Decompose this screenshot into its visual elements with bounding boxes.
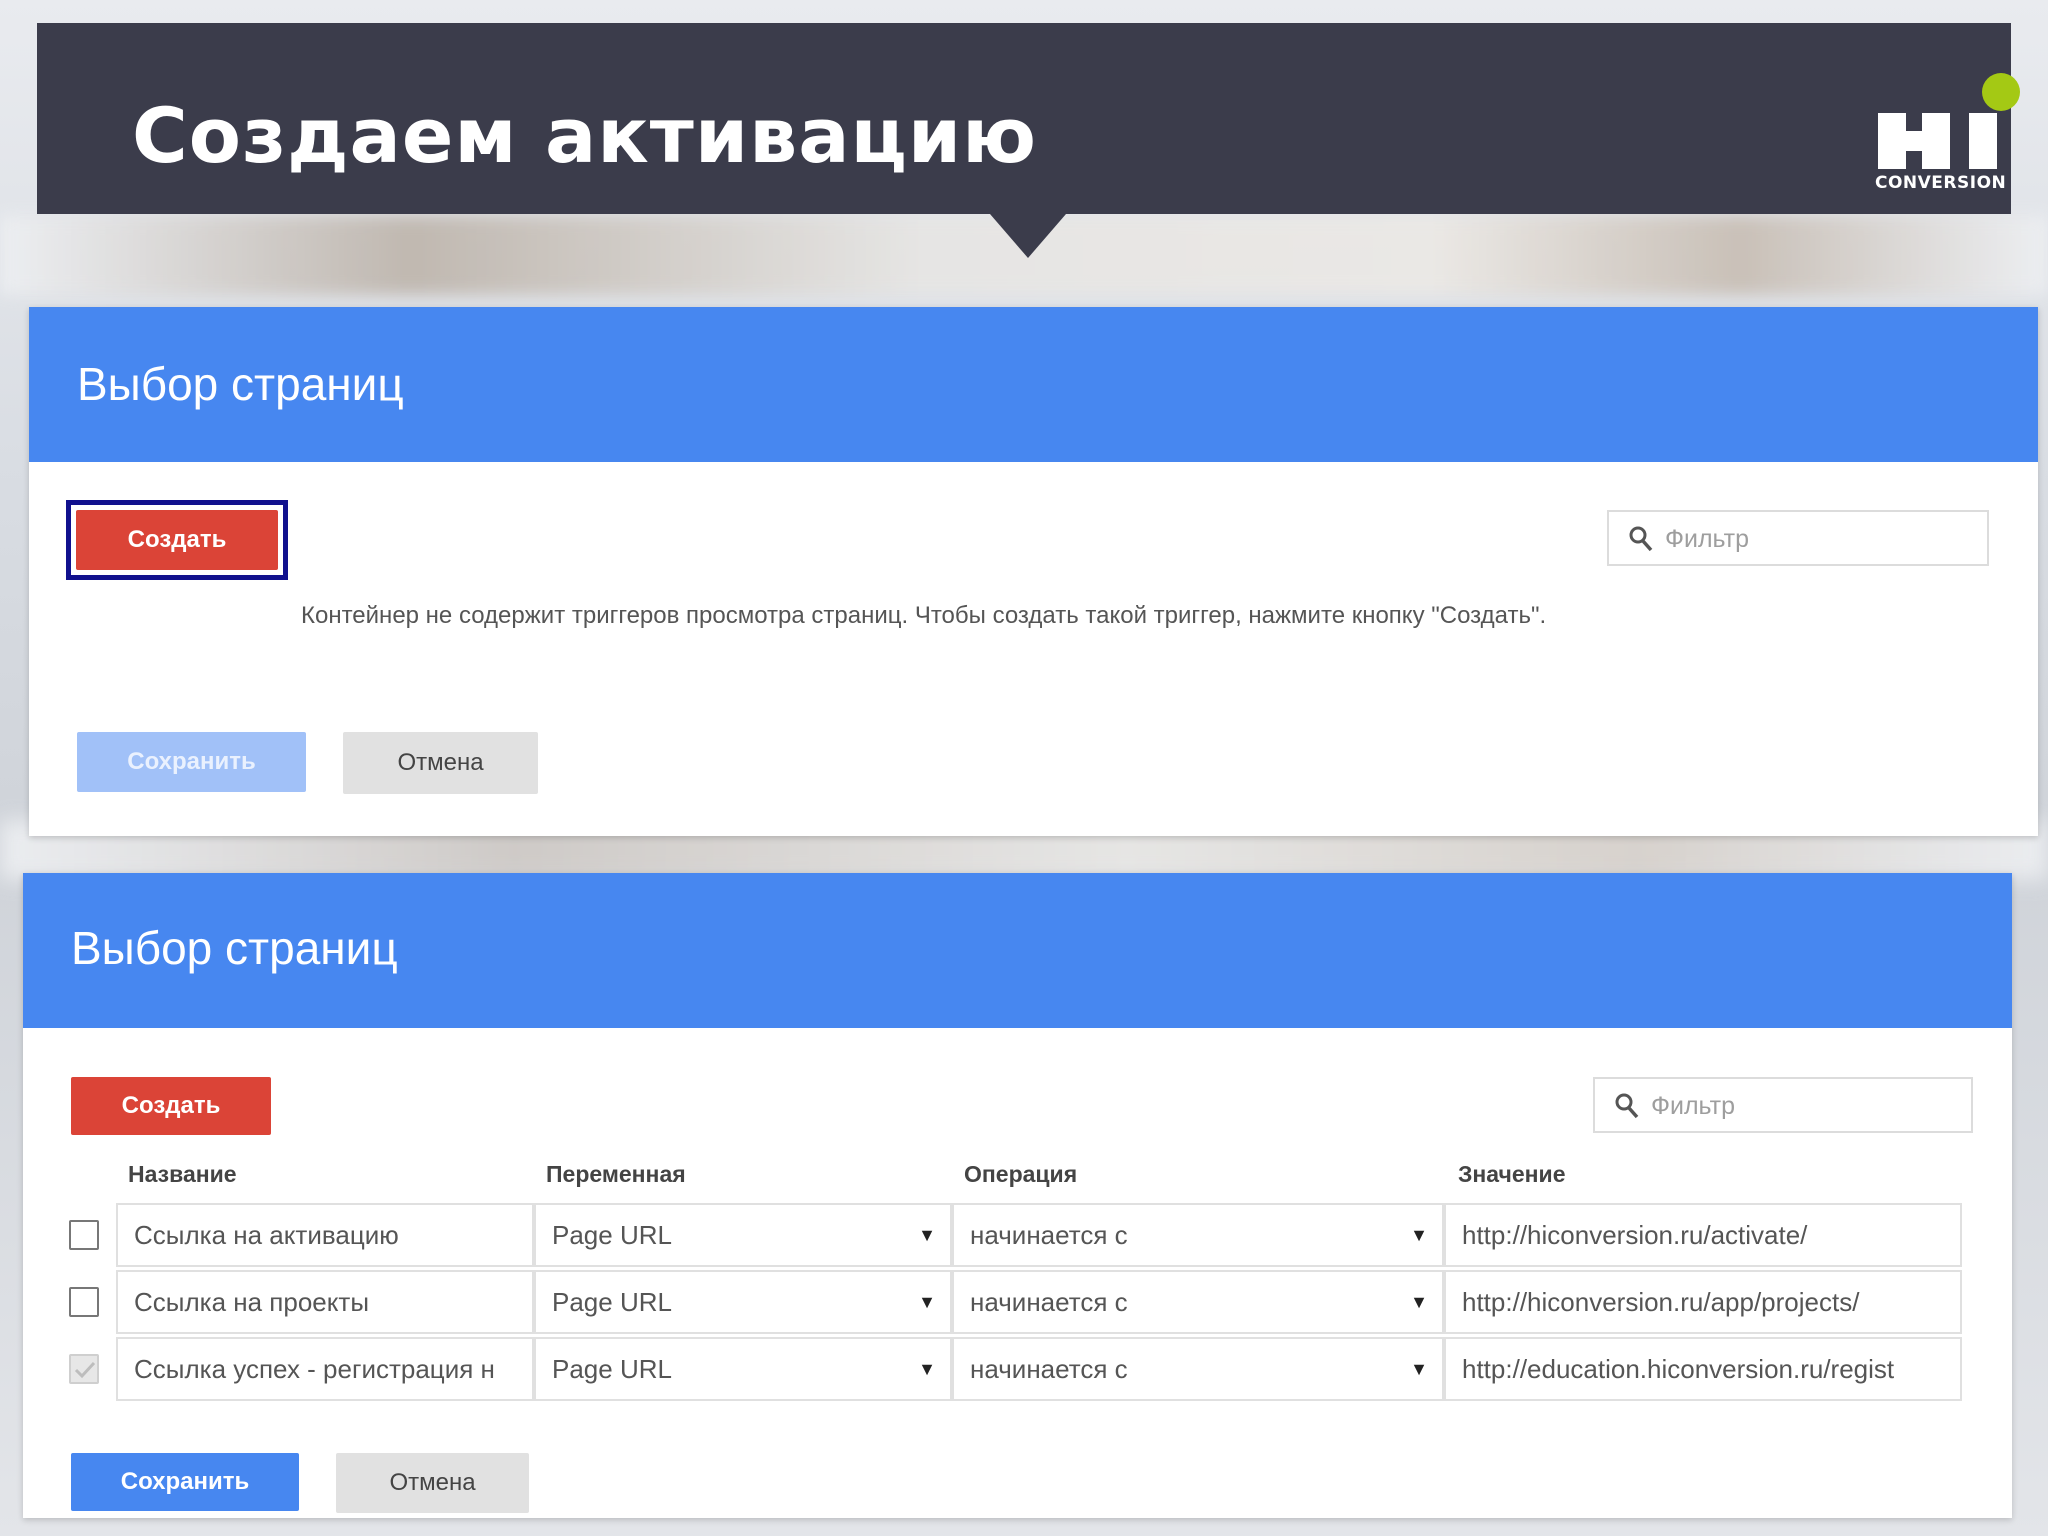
banner-pointer (990, 214, 1066, 258)
row-value-field[interactable]: http://hiconversion.ru/activate/ (1444, 1203, 1962, 1267)
variable-select[interactable]: Page URL ▼ (534, 1203, 952, 1267)
row-name-field[interactable]: Ссылка успех - регистрация н (116, 1337, 534, 1401)
create-button[interactable]: Создать (71, 1077, 271, 1135)
dropdown-arrow-icon: ▼ (918, 1359, 936, 1379)
variable-select[interactable]: Page URL ▼ (534, 1270, 952, 1334)
trigger-row: Ссылка успех - регистрация н Page URL ▼ … (69, 1337, 1989, 1401)
filter-field[interactable] (1593, 1077, 1973, 1133)
row-checkbox-checked[interactable] (69, 1354, 99, 1384)
operation-select[interactable]: начинается с ▼ (952, 1270, 1444, 1334)
row-checkbox[interactable] (69, 1220, 99, 1250)
operation-select[interactable]: начинается с ▼ (952, 1337, 1444, 1401)
panel-header: Выбор страниц (29, 307, 2038, 462)
column-header-value: Значение (1458, 1161, 1566, 1187)
dropdown-arrow-icon: ▼ (1410, 1225, 1428, 1245)
slide-header: Создаем активацию CONVERSION (37, 23, 2020, 214)
page-selection-panel-empty: Выбор страниц Создать Контейнер не содер… (29, 307, 2038, 836)
column-header-variable: Переменная (546, 1161, 686, 1187)
page-selection-panel: Выбор страниц Создать Название Переменна… (23, 873, 2012, 1518)
dropdown-arrow-icon: ▼ (1410, 1359, 1428, 1379)
row-name-field[interactable]: Ссылка на проекты (116, 1270, 534, 1334)
variable-select-value: Page URL (552, 1286, 672, 1317)
cancel-button[interactable]: Отмена (343, 732, 538, 794)
column-header-name: Название (128, 1161, 237, 1187)
search-icon (1629, 526, 1653, 557)
variable-select-value: Page URL (552, 1219, 672, 1250)
panel-title: Выбор страниц (71, 922, 398, 974)
filter-field[interactable] (1607, 510, 1989, 566)
variable-select[interactable]: Page URL ▼ (534, 1337, 952, 1401)
row-name-field[interactable]: Ссылка на активацию (116, 1203, 534, 1267)
operation-select[interactable]: начинается с ▼ (952, 1203, 1444, 1267)
panel-title: Выбор страниц (77, 358, 404, 410)
save-button[interactable]: Сохранить (71, 1453, 299, 1511)
dropdown-arrow-icon: ▼ (918, 1292, 936, 1312)
row-value-field[interactable]: http://education.hiconversion.ru/regist (1444, 1337, 1962, 1401)
cancel-button[interactable]: Отмена (336, 1453, 529, 1513)
filter-input[interactable] (1649, 1083, 1953, 1129)
save-button-disabled[interactable]: Сохранить (77, 732, 306, 792)
variable-select-value: Page URL (552, 1353, 672, 1384)
trigger-row: Ссылка на проекты Page URL ▼ начинается … (69, 1270, 1989, 1334)
slide-title: Создаем активацию (132, 91, 1037, 180)
operation-select-value: начинается с (970, 1353, 1128, 1384)
search-icon (1615, 1093, 1639, 1124)
column-header-operation: Операция (964, 1161, 1078, 1187)
checkmark-icon (74, 1361, 96, 1379)
operation-select-value: начинается с (970, 1219, 1128, 1250)
row-value-field[interactable]: http://hiconversion.ru/app/projects/ (1444, 1270, 1962, 1334)
operation-select-value: начинается с (970, 1286, 1128, 1317)
row-checkbox[interactable] (69, 1287, 99, 1317)
dropdown-arrow-icon: ▼ (1410, 1292, 1428, 1312)
filter-input[interactable] (1663, 516, 1967, 562)
dropdown-arrow-icon: ▼ (918, 1225, 936, 1245)
hiconversion-logo: CONVERSION (1875, 71, 2025, 199)
logo-text: CONVERSION (1875, 173, 2007, 193)
create-button[interactable]: Создать (76, 510, 278, 570)
panel-header: Выбор страниц (23, 873, 2012, 1028)
trigger-row: Ссылка на активацию Page URL ▼ начинаетс… (69, 1203, 1989, 1267)
empty-state-message: Контейнер не содержит триггеров просмотр… (301, 602, 1547, 629)
